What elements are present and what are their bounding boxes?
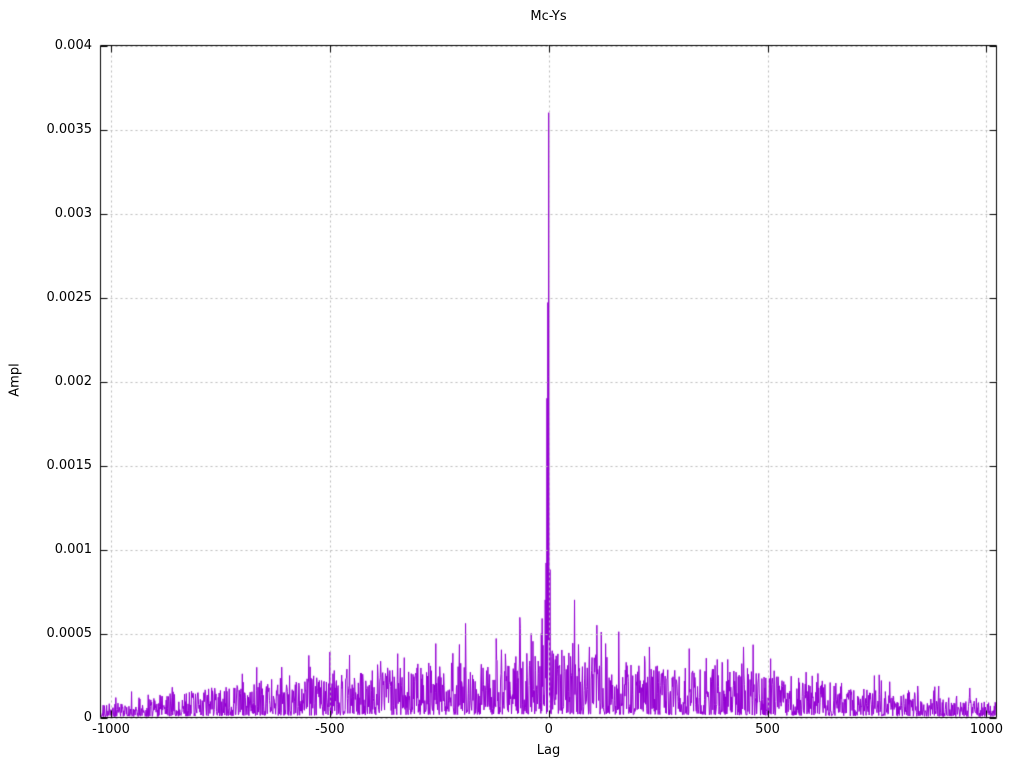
y-tick-label: 0.002	[54, 373, 92, 389]
x-tick-label: 500	[755, 722, 780, 737]
x-tick-label: 0	[544, 722, 553, 737]
x-tick-label: -500	[315, 722, 345, 737]
x-axis-title: Lag	[536, 743, 561, 758]
gnuplot-figure: Mc-Ys Ampl Lag 0 0.0005 0.001 0.0015 0.002 0.…	[0, 0, 1024, 768]
correlation-plot-canvas	[0, 0, 1024, 768]
y-tick-label: 0.0035	[46, 121, 93, 137]
x-tick-label: -1000	[92, 722, 130, 737]
y-tick-label: 0.001	[54, 541, 92, 557]
y-tick-label: 0.0025	[46, 289, 93, 305]
y-tick-label: 0.003	[54, 205, 92, 221]
x-tick-label: 1000	[969, 722, 1003, 737]
chart-title: Mc-Ys	[530, 9, 567, 24]
y-tick-label: 0.004	[54, 37, 92, 53]
y-tick-label: 0.0015	[46, 457, 93, 473]
y-tick-label: 0.0005	[46, 625, 93, 641]
